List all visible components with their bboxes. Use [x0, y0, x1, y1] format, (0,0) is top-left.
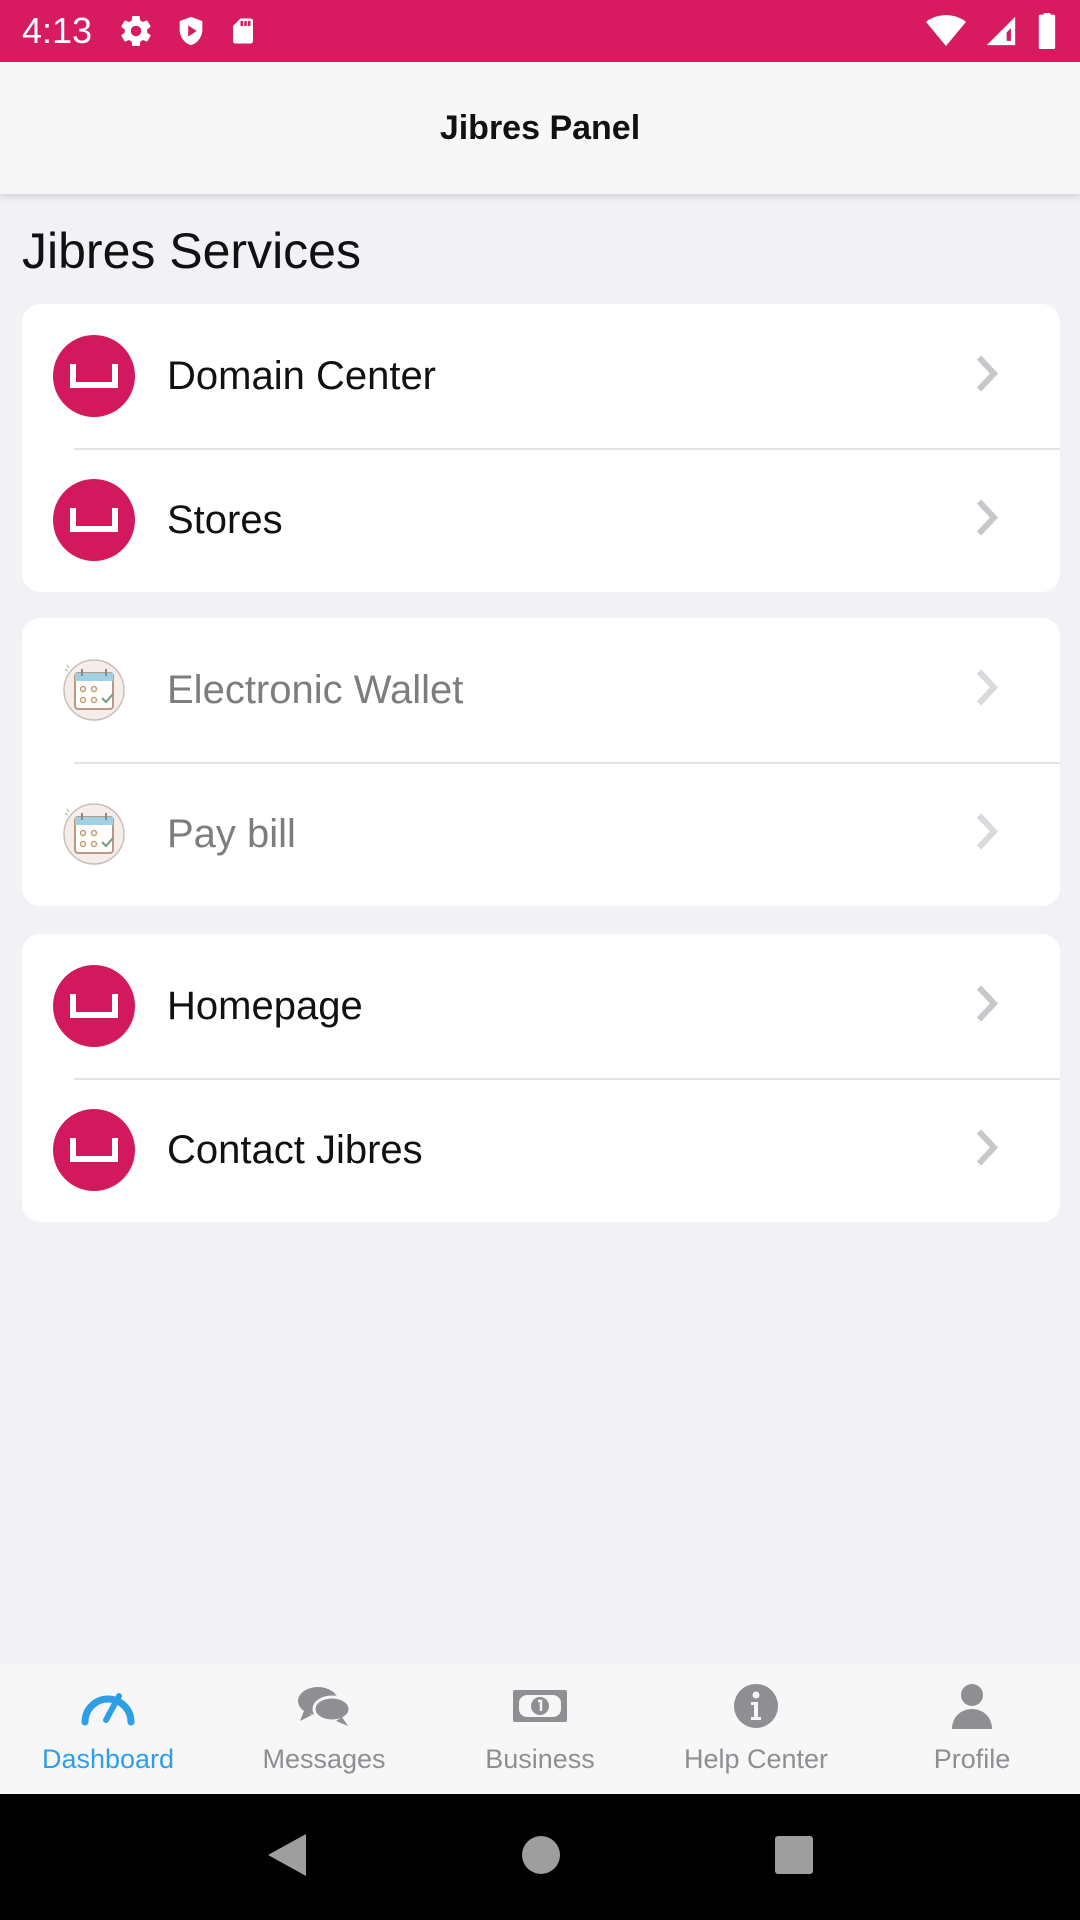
tab-help-center[interactable]: Help Center: [648, 1664, 864, 1794]
item-label: Homepage: [167, 983, 363, 1028]
home-icon[interactable]: [521, 1835, 561, 1880]
chevron-right-icon: [974, 812, 1000, 857]
system-nav-bar: [0, 1794, 1080, 1920]
chevron-right-icon: [974, 354, 1000, 399]
chat-bubbles-icon: [296, 1678, 352, 1734]
tab-label: Help Center: [683, 1744, 829, 1774]
tab-profile[interactable]: Profile: [864, 1664, 1080, 1794]
tab-label: Profile: [933, 1744, 1011, 1774]
calendar-icon: [53, 649, 135, 731]
service-group: Domain Center Stores: [22, 304, 1060, 592]
item-label: Stores: [167, 497, 283, 542]
money-bill-icon: [511, 1678, 569, 1734]
list-item-homepage[interactable]: Homepage: [22, 934, 1060, 1078]
shield-play-icon: [174, 13, 208, 49]
status-bar: 4:13: [0, 0, 1080, 62]
tab-label: Business: [485, 1744, 595, 1774]
tab-business[interactable]: Business: [432, 1664, 648, 1794]
recents-icon[interactable]: [774, 1835, 814, 1880]
service-group: Electronic Wallet Pay bill: [22, 618, 1060, 906]
box-icon: [53, 1109, 135, 1191]
chevron-right-icon: [974, 984, 1000, 1029]
list-item-electronic-wallet[interactable]: Electronic Wallet: [22, 618, 1060, 762]
content: Jibres Services Domain Center Stores Ele…: [0, 194, 1080, 1664]
battery-icon: [1036, 13, 1058, 49]
chevron-right-icon: [974, 1128, 1000, 1173]
back-icon[interactable]: [266, 1832, 308, 1883]
cell-signal-icon: [984, 14, 1018, 48]
list-item-contact-jibres[interactable]: Contact Jibres: [22, 1078, 1060, 1222]
page-title: Jibres Panel: [439, 108, 641, 147]
list-item-stores[interactable]: Stores: [22, 448, 1060, 592]
tab-label: Messages: [262, 1744, 386, 1774]
gear-icon: [118, 13, 154, 49]
box-icon: [53, 479, 135, 561]
sd-card-icon: [228, 14, 258, 48]
speedometer-icon: [79, 1678, 137, 1734]
calendar-icon: [53, 793, 135, 875]
item-label: Electronic Wallet: [167, 667, 464, 712]
chevron-right-icon: [974, 668, 1000, 713]
tab-bar: Dashboard Messages Business Help Center …: [0, 1664, 1080, 1794]
box-icon: [53, 335, 135, 417]
info-icon: [733, 1678, 779, 1734]
item-label: Domain Center: [167, 353, 437, 398]
chevron-right-icon: [974, 498, 1000, 543]
wifi-icon: [926, 14, 966, 48]
item-label: Pay bill: [167, 811, 296, 856]
status-time: 4:13: [22, 10, 93, 51]
tab-dashboard[interactable]: Dashboard: [0, 1664, 216, 1794]
tab-label: Dashboard: [41, 1744, 175, 1774]
app-header: Jibres Panel: [0, 62, 1080, 194]
list-item-pay-bill[interactable]: Pay bill: [22, 762, 1060, 906]
section-title: Jibres Services: [22, 223, 361, 279]
list-item-domain-center[interactable]: Domain Center: [22, 304, 1060, 448]
box-icon: [53, 965, 135, 1047]
service-group: Homepage Contact Jibres: [22, 934, 1060, 1222]
item-label: Contact Jibres: [167, 1127, 423, 1172]
user-icon: [950, 1678, 994, 1734]
tab-messages[interactable]: Messages: [216, 1664, 432, 1794]
